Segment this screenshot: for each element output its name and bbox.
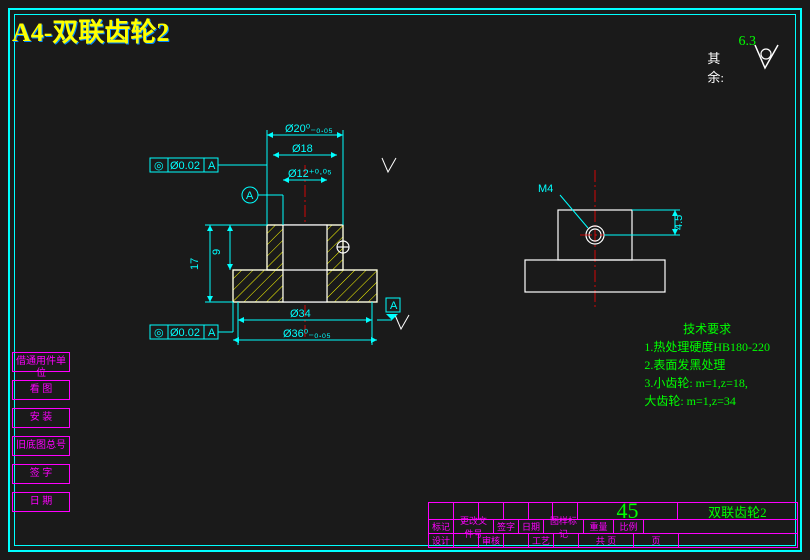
svg-text:A: A <box>246 190 254 202</box>
svg-text:◎: ◎ <box>154 327 164 339</box>
svg-text:A: A <box>208 160 216 172</box>
revision-strip: 借通用件单位 看 图 安 装 旧底图总号 签 字 日 期 <box>12 352 70 520</box>
svg-text:Ø36⁰₋₀.₀₅: Ø36⁰₋₀.₀₅ <box>283 328 331 340</box>
svg-text:A: A <box>390 300 398 312</box>
svg-text:Ø0.02: Ø0.02 <box>170 327 200 339</box>
svg-text:Ø0.02: Ø0.02 <box>170 160 200 172</box>
drawing-title: A4-双联齿轮2 <box>12 12 169 49</box>
material: 45 <box>578 503 677 519</box>
tech-req-line: 2.表面发黑处理 <box>644 356 770 374</box>
part-name: 双联齿轮2 <box>678 503 797 519</box>
roughness-value: 6.3 <box>739 34 757 50</box>
front-section-view: ◎ Ø0.02 A ◎ Ø0.02 A A Ø20⁰₋₀.₀₅ Ø18 Ø12⁺… <box>130 110 460 370</box>
svg-text:4.5: 4.5 <box>673 215 685 230</box>
dim-d36: Ø36⁰₋₀.₀₅ <box>233 328 377 343</box>
strip-cell: 借通用件单位 <box>12 352 70 372</box>
svg-text:17: 17 <box>189 258 201 270</box>
gdt-concentricity-2: ◎ Ø0.02 A <box>150 302 233 339</box>
strip-cell: 看 图 <box>12 380 70 400</box>
svg-text:Ø20⁰₋₀.₀₅: Ø20⁰₋₀.₀₅ <box>285 123 333 135</box>
svg-text:9: 9 <box>211 249 223 255</box>
svg-text:Ø12⁺⁰·⁰⁵: Ø12⁺⁰·⁰⁵ <box>288 168 332 180</box>
dim-d18: Ø18 <box>273 143 337 158</box>
tech-req-line: 1.热处理硬度HB180-220 <box>644 338 770 356</box>
tech-req-line: 大齿轮: m=1,z=34 <box>644 392 770 410</box>
svg-text:A: A <box>208 327 216 339</box>
dim-h9: 9 <box>211 225 233 270</box>
technical-requirements: 技术要求 1.热处理硬度HB180-220 2.表面发黑处理 3.小齿轮: m=… <box>644 320 770 410</box>
strip-cell: 日 期 <box>12 492 70 512</box>
svg-text:Ø34: Ø34 <box>290 308 311 320</box>
roughness-label: 其余: <box>707 48 724 86</box>
dim-h4p5: 4.5 <box>604 210 685 235</box>
title-block: 45 双联齿轮2 标记 更改文件号 签字 日期 图样标记 重量 比例 设计 审核… <box>428 502 798 548</box>
surface-finish-mark: 6.3 其余: <box>710 40 780 85</box>
dim-m4: M4 <box>538 183 588 228</box>
side-view: M4 4.5 <box>500 170 710 330</box>
svg-text:M4: M4 <box>538 183 553 195</box>
datum-a-callout: A <box>242 187 283 225</box>
strip-cell: 签 字 <box>12 464 70 484</box>
strip-cell: 旧底图总号 <box>12 436 70 456</box>
tech-req-line: 3.小齿轮: m=1,z=18, <box>644 374 770 392</box>
datum-a-right: A <box>377 298 400 320</box>
svg-text:Ø18: Ø18 <box>292 143 313 155</box>
svg-text:◎: ◎ <box>154 160 164 172</box>
dim-d12: Ø12⁺⁰·⁰⁵ <box>283 168 332 183</box>
strip-cell: 安 装 <box>12 408 70 428</box>
